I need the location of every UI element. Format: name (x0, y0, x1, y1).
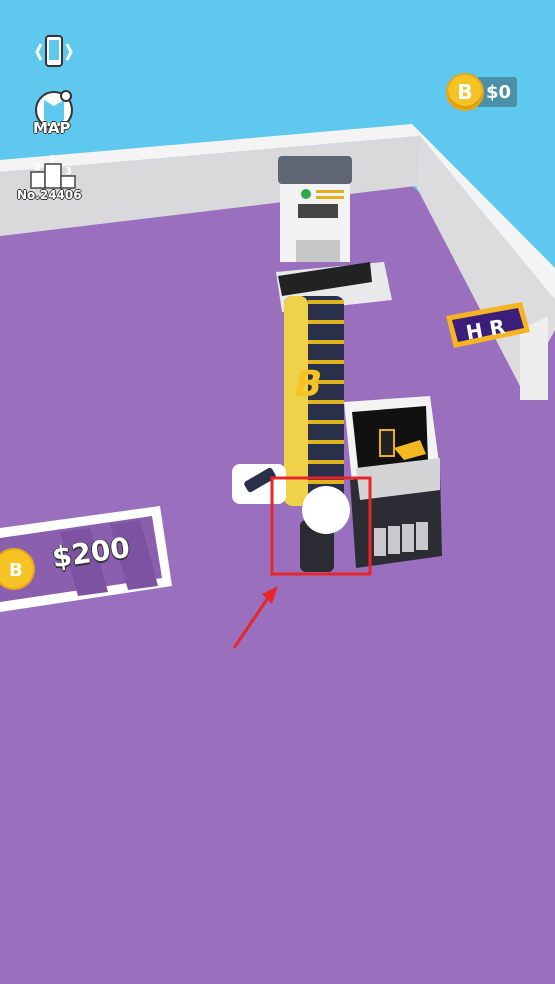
game-scene: B B H R (0, 0, 555, 984)
bitcoin-coin-icon: B (446, 73, 484, 111)
battery-dropoff-bubble (232, 464, 286, 504)
svg-text:3: 3 (65, 166, 72, 177)
svg-text:2: 2 (34, 162, 41, 173)
svg-text:1: 1 (49, 154, 56, 165)
bitcoin-mining-machine[interactable] (344, 396, 442, 568)
vibration-toggle-icon[interactable] (33, 32, 75, 72)
coin-balance: B $0 (446, 73, 518, 111)
svg-text:B: B (9, 560, 23, 581)
leaderboard-rank-label[interactable]: No.24406 (17, 188, 82, 202)
map-button-label[interactable]: MAP (33, 119, 71, 137)
